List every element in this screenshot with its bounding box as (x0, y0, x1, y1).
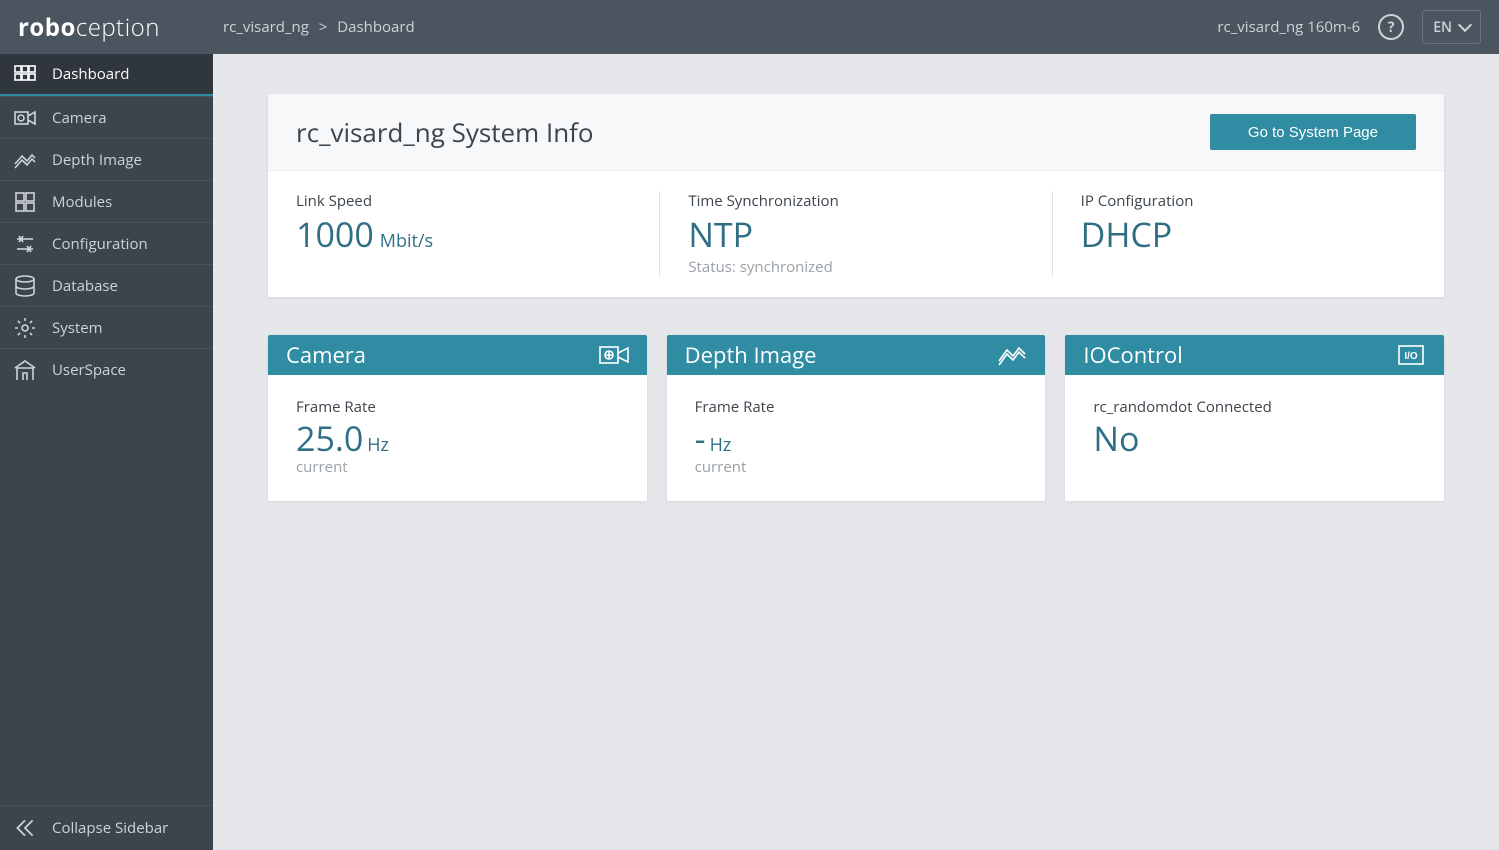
dashboard-icon (12, 61, 38, 87)
card-title: Depth Image (685, 340, 817, 370)
sidebar-item-camera[interactable]: Camera (0, 96, 213, 138)
collapse-icon (12, 815, 38, 841)
sidebar-item-system[interactable]: System (0, 306, 213, 348)
chevron-down-icon (1458, 18, 1472, 32)
sidebar-item-modules[interactable]: Modules (0, 180, 213, 222)
card-iocontrol[interactable]: IOControl I/O rc_randomdot Connected No (1065, 335, 1444, 501)
depth-image-icon (12, 147, 38, 173)
card-sub: current (296, 457, 619, 477)
sidebar: Dashboard Camera Depth Image Modules Con (0, 54, 213, 850)
sidebar-item-label: Camera (52, 108, 107, 128)
breadcrumb-page: Dashboard (337, 17, 414, 37)
card-title: Camera (286, 340, 366, 370)
system-info-title: rc_visard_ng System Info (296, 114, 594, 150)
collapse-label: Collapse Sidebar (52, 818, 168, 838)
language-label: EN (1433, 18, 1452, 37)
help-button[interactable]: ? (1378, 14, 1404, 40)
sidebar-item-depth-image[interactable]: Depth Image (0, 138, 213, 180)
sysinfo-col-time-sync: Time Synchronization NTP Status: synchro… (659, 191, 1051, 277)
logo-suffix: ception (76, 11, 160, 44)
depth-image-icon (997, 343, 1027, 367)
sidebar-item-label: Configuration (52, 234, 148, 254)
device-name: rc_visard_ng 160m-6 (1217, 17, 1360, 37)
card-label: rc_randomdot Connected (1093, 397, 1416, 417)
sidebar-item-label: Depth Image (52, 150, 142, 170)
collapse-sidebar-button[interactable]: Collapse Sidebar (0, 806, 213, 850)
sidebar-item-label: Database (52, 276, 118, 296)
main-content: rc_visard_ng System Info Go to System Pa… (213, 54, 1499, 850)
card-camera[interactable]: Camera Frame Rate 25.0Hz current (268, 335, 647, 501)
database-icon (12, 273, 38, 299)
go-to-system-button[interactable]: Go to System Page (1210, 114, 1416, 150)
sysinfo-value: NTP (688, 217, 1023, 251)
card-title: IOControl (1083, 340, 1182, 370)
card-label: Frame Rate (296, 397, 619, 417)
sysinfo-col-link-speed: Link Speed 1000Mbit/s (268, 191, 659, 277)
card-value: -Hz (695, 421, 1018, 455)
topbar: roboception rc_visard_ng > Dashboard rc_… (0, 0, 1499, 54)
breadcrumb: rc_visard_ng > Dashboard (223, 17, 415, 37)
sidebar-item-label: Modules (52, 192, 112, 212)
iocontrol-icon: I/O (1396, 343, 1426, 367)
sidebar-item-database[interactable]: Database (0, 264, 213, 306)
sysinfo-label: Link Speed (296, 191, 631, 211)
sysinfo-sub: Status: synchronized (688, 257, 1023, 277)
camera-icon (12, 105, 38, 131)
userspace-icon (12, 357, 38, 383)
modules-icon (12, 189, 38, 215)
language-select[interactable]: EN (1422, 10, 1481, 44)
svg-text:I/O: I/O (1404, 351, 1418, 362)
configuration-icon (12, 231, 38, 257)
sidebar-item-label: UserSpace (52, 360, 126, 380)
camera-icon (599, 343, 629, 367)
sysinfo-col-ip-config: IP Configuration DHCP (1052, 191, 1444, 277)
sidebar-item-dashboard[interactable]: Dashboard (0, 54, 213, 96)
sysinfo-value: 1000Mbit/s (296, 217, 631, 251)
card-label: Frame Rate (695, 397, 1018, 417)
question-icon: ? (1388, 18, 1395, 37)
system-info-card: rc_visard_ng System Info Go to System Pa… (268, 94, 1444, 297)
gear-icon (12, 315, 38, 341)
card-value: 25.0Hz (296, 421, 619, 455)
card-value: No (1093, 421, 1416, 455)
system-info-header: rc_visard_ng System Info Go to System Pa… (268, 94, 1444, 171)
sysinfo-value: DHCP (1081, 217, 1416, 251)
sidebar-item-configuration[interactable]: Configuration (0, 222, 213, 264)
sidebar-item-label: System (52, 318, 103, 338)
card-depth-image[interactable]: Depth Image Frame Rate -Hz current (667, 335, 1046, 501)
logo[interactable]: roboception (0, 0, 213, 54)
breadcrumb-sep: > (319, 17, 328, 37)
logo-prefix: robo (18, 11, 76, 44)
sidebar-item-label: Dashboard (52, 64, 129, 84)
sidebar-item-userspace[interactable]: UserSpace (0, 348, 213, 390)
card-sub: current (695, 457, 1018, 477)
sysinfo-label: Time Synchronization (688, 191, 1023, 211)
breadcrumb-root[interactable]: rc_visard_ng (223, 17, 309, 37)
sysinfo-label: IP Configuration (1081, 191, 1416, 211)
